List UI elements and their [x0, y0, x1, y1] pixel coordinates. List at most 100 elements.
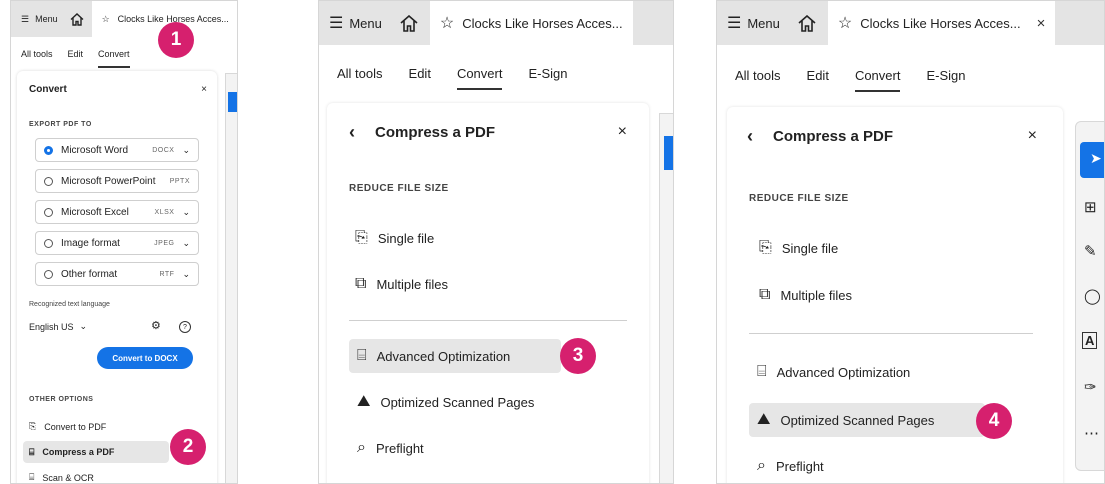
tab-all-tools[interactable]: All tools: [337, 66, 383, 81]
tab-edit[interactable]: Edit: [409, 66, 431, 81]
document-tab[interactable]: ☆ Clocks Like Horses Acces... ×: [827, 1, 1056, 45]
chevron-down-icon[interactable]: ⌄: [182, 207, 190, 218]
format-label: RTF: [159, 270, 175, 278]
browser-tab-bar: ☰ Menu ☆ Clocks Like Horses Acces...: [11, 1, 237, 37]
document-tab[interactable]: ☆ Clocks Like Horses Acces...: [429, 1, 633, 45]
back-chevron-icon[interactable]: ‹: [747, 126, 753, 147]
multiple-files-item[interactable]: ⧉ Multiple files: [355, 275, 448, 293]
lasso-icon[interactable]: ◯: [1084, 287, 1101, 305]
chevron-down-icon[interactable]: ⌄: [182, 238, 190, 249]
item-label: Advanced Optimization: [376, 348, 511, 364]
back-chevron-icon[interactable]: ‹: [349, 122, 355, 143]
radio-icon: [44, 145, 53, 155]
menu-button[interactable]: ☰ Menu: [319, 13, 382, 33]
advanced-optimization-icon: ⌸: [757, 363, 767, 380]
home-button[interactable]: [798, 14, 816, 32]
select-tool-button[interactable]: ➤: [1080, 142, 1104, 178]
preflight-item[interactable]: ⌕ Preflight: [757, 457, 824, 475]
panel-title: Compress a PDF: [375, 123, 496, 141]
close-icon[interactable]: ×: [201, 84, 207, 95]
menu-label: Menu: [747, 15, 780, 31]
star-icon[interactable]: ☆: [440, 13, 454, 33]
close-icon[interactable]: ×: [1028, 127, 1037, 145]
tab-convert[interactable]: Convert: [456, 66, 502, 90]
item-label: Multiple files: [780, 287, 852, 303]
advanced-optimization-item[interactable]: ⌸ Advanced Optimization: [349, 339, 561, 373]
home-button[interactable]: [70, 12, 84, 26]
option-microsoft-powerpoint[interactable]: Microsoft PowerPoint PPTX: [35, 169, 199, 193]
menu-button[interactable]: ☰ Menu: [717, 13, 780, 33]
compress-panel: ‹ Compress a PDF × REDUCE FILE SIZE ⎘ Si…: [727, 107, 1063, 483]
home-button[interactable]: [400, 14, 418, 32]
item-label: Scan & OCR: [42, 472, 94, 483]
tab-convert[interactable]: Convert: [854, 68, 900, 92]
optimized-scanned-pages-item[interactable]: ⛰ Optimized Scanned Pages: [749, 403, 985, 437]
scan-ocr-item[interactable]: ⌸ Scan & OCR: [29, 472, 94, 483]
single-file-item[interactable]: ⎘ Single file: [355, 229, 434, 247]
panel-header: ‹ Compress a PDF ×: [727, 125, 1063, 147]
item-label: Preflight: [775, 458, 824, 474]
preflight-item[interactable]: ⌕ Preflight: [357, 439, 424, 457]
item-label: Optimized Scanned Pages: [380, 394, 535, 410]
step-badge-2: 2: [170, 429, 206, 465]
option-microsoft-excel[interactable]: Microsoft Excel XLSX ⌄: [35, 200, 199, 224]
add-comment-icon[interactable]: ⊞: [1084, 198, 1097, 216]
single-file-item[interactable]: ⎘ Single file: [759, 239, 838, 257]
close-tab-icon[interactable]: ×: [1037, 15, 1046, 32]
option-microsoft-word[interactable]: Microsoft Word DOCX ⌄: [35, 138, 199, 162]
tab-e-sign[interactable]: E-Sign: [528, 66, 567, 81]
panel-title: Compress a PDF: [773, 127, 894, 145]
language-select[interactable]: English US ⌄: [29, 321, 87, 332]
pen-icon[interactable]: ✎: [1084, 242, 1097, 260]
single-file-icon: ⎘: [355, 229, 368, 246]
tab-convert[interactable]: Convert: [98, 49, 130, 68]
option-label: Image format: [61, 237, 120, 249]
advanced-optimization-item[interactable]: ⌸ Advanced Optimization: [757, 363, 910, 381]
item-label: Preflight: [375, 440, 424, 456]
home-icon: [798, 14, 816, 32]
star-icon[interactable]: ☆: [102, 14, 110, 25]
close-icon[interactable]: ×: [618, 123, 627, 141]
gear-icon[interactable]: ⚙: [151, 319, 161, 332]
tab-all-tools[interactable]: All tools: [735, 68, 781, 83]
optimized-scanned-pages-item[interactable]: ⛰ Optimized Scanned Pages: [357, 393, 534, 411]
advanced-optimization-icon: ⌸: [357, 347, 367, 364]
format-label: DOCX: [152, 146, 175, 154]
language-label: Recognized text language: [29, 301, 110, 308]
option-label: Microsoft Excel: [61, 206, 129, 218]
hamburger-icon: ☰: [21, 13, 30, 24]
radio-icon: [44, 176, 53, 186]
convert-to-docx-button[interactable]: Convert to DOCX: [97, 347, 193, 369]
select-tool-button[interactable]: [664, 136, 673, 170]
fill-sign-icon[interactable]: ✑: [1084, 378, 1097, 396]
multiple-files-item[interactable]: ⧉ Multiple files: [759, 286, 852, 304]
item-label: Single file: [377, 230, 435, 246]
step-badge-3: 3: [560, 338, 596, 374]
star-icon[interactable]: ☆: [838, 13, 852, 33]
format-label: JPEG: [154, 239, 175, 247]
other-options-label: OTHER OPTIONS: [29, 396, 94, 403]
compress-pdf-icon: ⌸: [29, 446, 35, 457]
item-label: Convert to PDF: [44, 421, 107, 432]
more-tools-icon[interactable]: ⋯: [1084, 424, 1099, 442]
tab-e-sign[interactable]: E-Sign: [926, 68, 965, 83]
option-image-format[interactable]: Image format JPEG ⌄: [35, 231, 199, 255]
screenshot-panel-3: ☰ Menu ☆ Clocks Like Horses Acces... × A…: [716, 0, 1105, 484]
multiple-files-icon: ⧉: [759, 286, 771, 303]
tab-all-tools[interactable]: All tools: [21, 49, 53, 59]
chevron-down-icon[interactable]: ⌄: [182, 145, 190, 156]
chevron-down-icon[interactable]: ⌄: [182, 269, 190, 280]
help-icon[interactable]: ?: [179, 321, 191, 333]
item-label: Optimized Scanned Pages: [780, 412, 935, 428]
option-other-format[interactable]: Other format RTF ⌄: [35, 262, 199, 286]
tab-edit[interactable]: Edit: [807, 68, 829, 83]
convert-to-pdf-item[interactable]: ⎘ Convert to PDF: [29, 421, 106, 432]
text-box-icon[interactable]: A: [1082, 332, 1098, 349]
reduce-file-size-label: REDUCE FILE SIZE: [749, 193, 849, 204]
tool-tabs: All tools Edit Convert E-Sign: [717, 65, 1104, 92]
menu-button[interactable]: ☰ Menu: [11, 14, 58, 25]
compress-pdf-item[interactable]: ⌸ Compress a PDF: [23, 441, 169, 463]
item-label: Multiple files: [376, 276, 448, 292]
tab-edit[interactable]: Edit: [68, 49, 84, 59]
select-tool-button[interactable]: [228, 92, 237, 112]
